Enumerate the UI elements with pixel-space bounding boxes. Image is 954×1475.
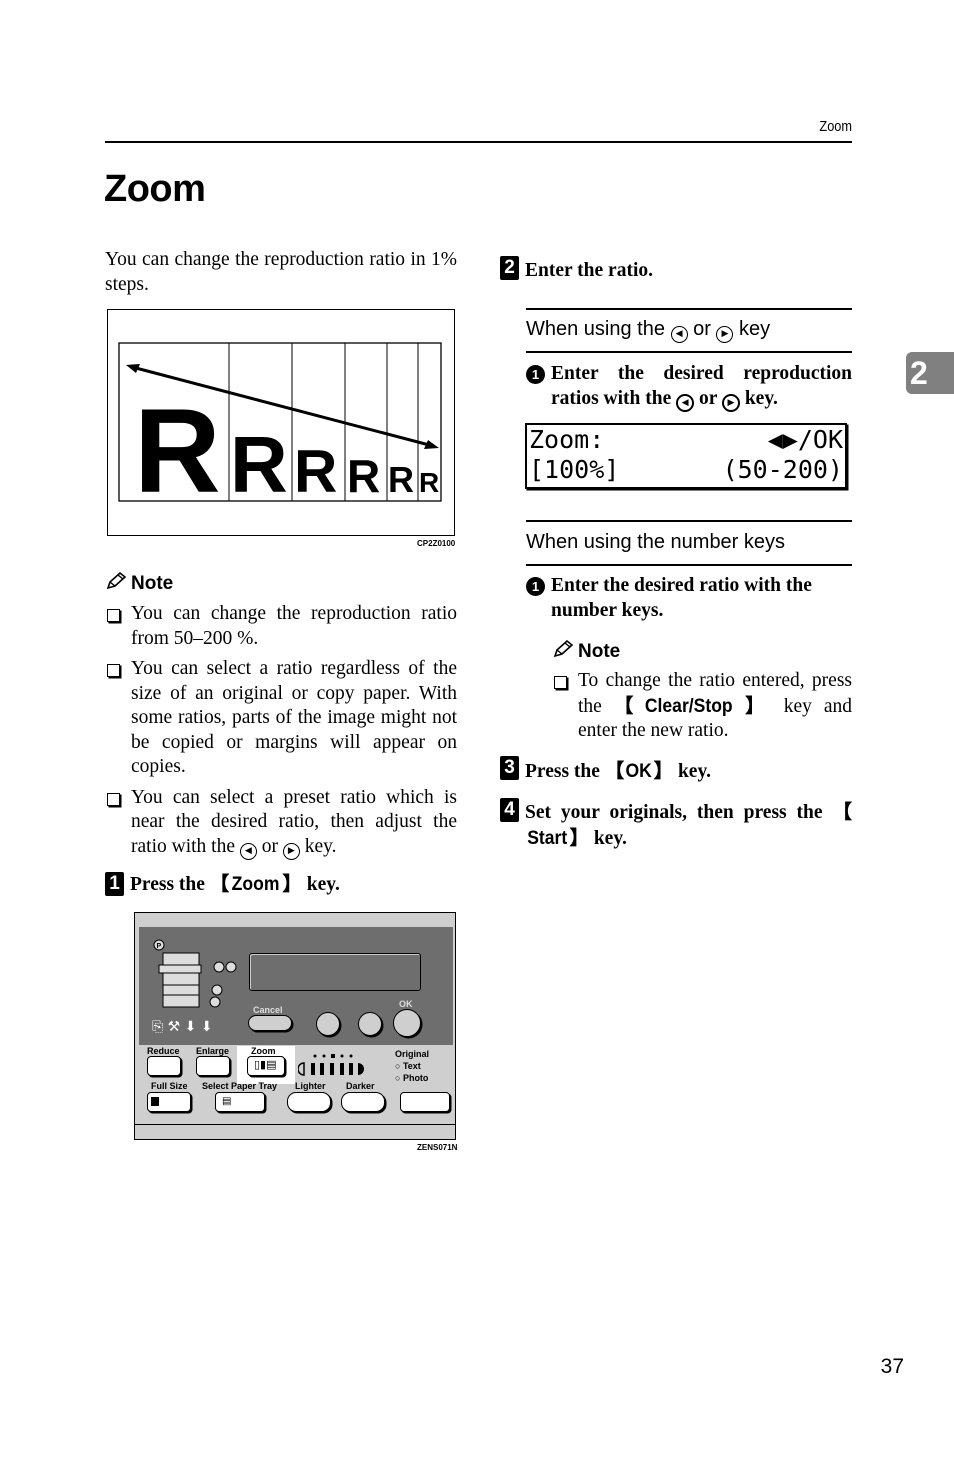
select-paper-tray-button[interactable]: ▤ bbox=[215, 1092, 265, 1112]
step-number: 1 bbox=[105, 872, 124, 896]
right-arrow-button[interactable] bbox=[358, 1012, 382, 1036]
copier-icon: P ⎘ ⚒ ⬇ ⬇ bbox=[152, 939, 237, 1035]
section-rule bbox=[526, 351, 852, 353]
header-rule bbox=[105, 141, 852, 143]
step-2: 2 Enter the ratio. bbox=[500, 256, 852, 284]
panel-divider bbox=[135, 1124, 455, 1125]
letter-r-2: R bbox=[230, 420, 288, 509]
note-item: You can select a ratio regardless of the… bbox=[105, 657, 457, 780]
ratio-diagram: R R R R R R bbox=[118, 342, 442, 518]
key-name: Zoom bbox=[231, 873, 280, 895]
full-size-icon bbox=[151, 1097, 159, 1106]
key-name: OK bbox=[625, 760, 653, 782]
enlarge-button[interactable] bbox=[196, 1056, 230, 1076]
right-arrow-key-icon: ▶ bbox=[721, 393, 740, 412]
running-header: Zoom bbox=[819, 118, 852, 135]
figure-code: ZENS071N bbox=[417, 1143, 458, 1152]
svg-text:P: P bbox=[157, 943, 162, 950]
left-arrow-key-icon: ◀ bbox=[676, 393, 695, 412]
letter-r-3: R bbox=[294, 438, 337, 505]
lcd-mode: Zoom: bbox=[529, 425, 605, 454]
substep-number: 1 bbox=[526, 365, 545, 384]
note-item: You can select a preset ratio which is n… bbox=[105, 786, 457, 860]
note-item: To change the ratio entered, press the 【… bbox=[552, 669, 852, 744]
ok-button[interactable] bbox=[393, 1009, 421, 1037]
panel-display bbox=[249, 953, 421, 991]
lighter-button[interactable] bbox=[287, 1092, 331, 1112]
chapter-tab: 2 bbox=[906, 352, 954, 394]
letter-r-5: R bbox=[388, 459, 414, 500]
lcd-value: [100%] bbox=[529, 455, 620, 484]
lcd-display: Zoom: ◀▶/OK [100%] (50-200) bbox=[525, 423, 847, 489]
key-name: Clear/Stop bbox=[645, 694, 734, 717]
intro-paragraph: You can change the reproduction ratio in… bbox=[105, 249, 457, 295]
right-arrow-key-icon: ▶ bbox=[282, 842, 300, 860]
full-size-button[interactable] bbox=[147, 1092, 191, 1112]
section-rule bbox=[526, 564, 852, 566]
left-arrow-button[interactable] bbox=[316, 1012, 340, 1036]
svg-text:⎘ ⚒ ⬇ ⬇: ⎘ ⚒ ⬇ ⬇ bbox=[152, 1019, 213, 1035]
control-panel-illustration: P ⎘ ⚒ ⬇ ⬇ Cancel OK Reduce Enlarge Zoom … bbox=[134, 912, 456, 1140]
note-heading: Note bbox=[105, 571, 457, 597]
cancel-button[interactable] bbox=[248, 1015, 292, 1031]
page-title: Zoom bbox=[104, 168, 206, 210]
section-rule bbox=[526, 520, 852, 522]
step-number: 4 bbox=[500, 798, 519, 822]
checkbox-bullet-icon bbox=[107, 609, 120, 622]
step-number: 2 bbox=[500, 256, 519, 280]
step-4: 4 Set your originals, then press the 【St… bbox=[500, 798, 852, 851]
left-arrow-key-icon: ◀ bbox=[670, 326, 688, 343]
lcd-hint: ◀▶/OK bbox=[767, 425, 843, 454]
right-arrow-key-icon: ▶ bbox=[716, 326, 734, 343]
checkbox-bullet-icon bbox=[554, 676, 567, 689]
step-3: 3 Press the 【OK】 key. bbox=[500, 756, 852, 785]
substep-number-keys: 1 Enter the desired ratio with the numbe… bbox=[526, 574, 852, 623]
reduce-button[interactable] bbox=[147, 1056, 181, 1076]
zoom-button[interactable]: ▯▮▤ bbox=[247, 1056, 285, 1076]
note-heading: Note bbox=[552, 639, 852, 665]
step-number: 3 bbox=[500, 756, 519, 780]
checkbox-bullet-icon bbox=[107, 792, 120, 806]
section-heading-arrow-keys: When using the ◀ or ▶ key bbox=[526, 318, 770, 343]
note-item: You can change the reproduction ratio fr… bbox=[105, 602, 457, 651]
note-section: Note You can change the reproduction rat… bbox=[105, 571, 457, 860]
lcd-range: (50-200) bbox=[722, 455, 843, 484]
letter-r-1: R bbox=[134, 384, 221, 518]
darker-button[interactable] bbox=[341, 1092, 385, 1112]
substep-number: 1 bbox=[526, 577, 545, 596]
density-indicator bbox=[298, 1054, 364, 1076]
step-1: 1 Press the 【Zoom】 key. bbox=[105, 872, 457, 898]
zoom-key-icon: ▯▮▤ bbox=[254, 1058, 277, 1071]
figure-code: CP2Z0100 bbox=[417, 539, 456, 548]
page-number: 37 bbox=[880, 1355, 904, 1378]
letter-r-6: R bbox=[419, 467, 439, 498]
left-arrow-key-icon: ◀ bbox=[239, 842, 257, 860]
note-section: Note To change the ratio entered, press … bbox=[552, 639, 852, 744]
section-rule bbox=[526, 308, 852, 310]
key-name: Start bbox=[527, 826, 568, 849]
pencil-icon bbox=[105, 571, 127, 597]
substep-arrow: 1 Enter the desired reproduction ratios … bbox=[526, 362, 852, 412]
letter-r-4: R bbox=[347, 450, 380, 502]
original-type-button[interactable] bbox=[400, 1092, 450, 1112]
checkbox-bullet-icon bbox=[107, 664, 120, 677]
tray-icon: ▤ bbox=[222, 1096, 232, 1107]
section-heading-number-keys: When using the number keys bbox=[526, 531, 786, 553]
ratio-illustration: R R R R R R bbox=[107, 309, 455, 536]
pencil-icon bbox=[552, 639, 574, 665]
